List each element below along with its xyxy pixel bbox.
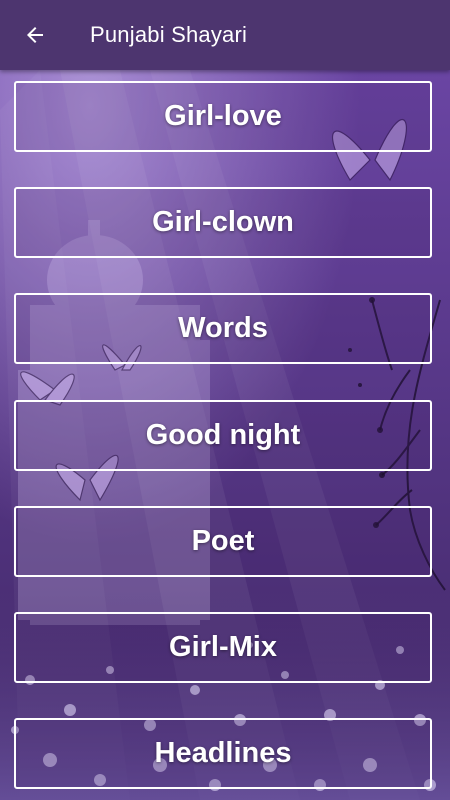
category-button-girl-clown[interactable]: Girl-clown xyxy=(14,187,432,258)
app-bar: Punjabi Shayari xyxy=(0,0,450,70)
back-button[interactable] xyxy=(0,0,70,70)
category-button-words[interactable]: Words xyxy=(14,293,432,364)
category-button-good-night[interactable]: Good night xyxy=(14,400,432,471)
arrow-left-icon xyxy=(27,27,43,43)
category-button-girl-love[interactable]: Girl-love xyxy=(14,81,432,152)
category-button-girl-mix[interactable]: Girl-Mix xyxy=(14,612,432,683)
category-button-poet[interactable]: Poet xyxy=(14,506,432,577)
screen: Punjabi Shayari Girl-love Girl-clown Wor… xyxy=(0,0,450,800)
category-button-headlines[interactable]: Headlines xyxy=(14,718,432,789)
page-title: Punjabi Shayari xyxy=(90,22,248,47)
category-list: Girl-love Girl-clown Words Good night Po… xyxy=(0,70,450,800)
